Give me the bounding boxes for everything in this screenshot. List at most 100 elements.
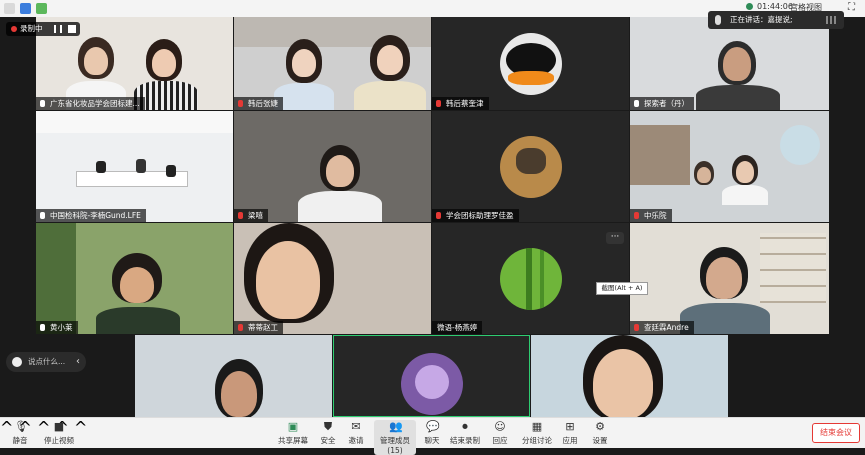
video-tile[interactable]: 查廷霖Andre <box>630 223 829 334</box>
microphone-icon: 🎙 <box>14 420 28 433</box>
video-tile[interactable]: 韩后张婕 <box>234 17 431 110</box>
meeting-toolbar: 🎙 静音 ^ ■ 停止视频 ^ ▣ 共享屏幕 ^ ⛊ 安全 ✉ 邀请 👥 管理成… <box>0 417 865 455</box>
video-tile[interactable]: 微语-杨燕婷 <box>432 223 629 334</box>
participant-body <box>722 185 768 205</box>
share-screen-icon: ▣ <box>287 420 299 433</box>
participant-body <box>696 85 780 110</box>
signal-icon[interactable] <box>36 3 47 14</box>
ceiling <box>36 111 233 133</box>
mic-icon <box>634 100 639 107</box>
participant-face <box>697 167 711 183</box>
camera-icon: ■ <box>53 420 65 433</box>
plant <box>36 223 76 334</box>
participant-face <box>736 161 754 183</box>
mic-icon <box>40 212 45 219</box>
mic-muted-icon <box>436 212 441 219</box>
stop-video-button[interactable]: ■ 停止视频 <box>44 420 74 446</box>
video-tile[interactable]: 探索者（丹） <box>630 17 829 110</box>
fullscreen-icon[interactable]: ⛶ <box>848 2 855 13</box>
video-tile-active-speaker[interactable] <box>333 335 530 417</box>
invite-icon: ✉ <box>351 420 361 433</box>
security-button[interactable]: ⛊ 安全 <box>318 420 338 446</box>
video-tile[interactable] <box>135 335 332 417</box>
participant-name-tag: 广东省化妆品学会团标建... <box>36 97 145 110</box>
mic-icon <box>40 324 45 331</box>
participant-name-tag: 查廷霖Andre <box>630 321 694 334</box>
mic-muted-icon <box>238 324 243 331</box>
breakout-icon: ▦ <box>531 420 543 433</box>
shield-icon[interactable] <box>20 3 31 14</box>
shield-icon: ⛊ <box>323 420 333 433</box>
participant-face <box>593 349 653 417</box>
participant-avatar <box>499 135 562 198</box>
reaction-icon: ☺ <box>494 420 506 433</box>
share-screen-button[interactable]: ▣ 共享屏幕 <box>278 420 308 446</box>
chat-icon: 💬 <box>426 420 440 433</box>
participant-avatar <box>400 353 463 415</box>
mute-button[interactable]: 🎙 静音 <box>8 420 32 446</box>
chat-button[interactable]: 💬 聊天 <box>422 420 442 446</box>
reactions-button[interactable]: ☺ 回应 <box>490 420 510 446</box>
video-tile[interactable]: 蒂蒂赵工 <box>234 223 431 334</box>
participant-name-tag: 中国检科院-李楠Gund.LFE <box>36 209 146 222</box>
mic-muted-icon <box>634 324 639 331</box>
participant-face <box>723 47 751 81</box>
participant-face <box>152 49 176 77</box>
mic-muted-icon <box>634 212 639 219</box>
video-tile[interactable]: 梁嘻 <box>234 111 431 222</box>
participant-name-tag: 中乐院 <box>630 209 672 222</box>
mic-icon <box>715 15 721 25</box>
video-tile[interactable]: 中国检科院-李楠Gund.LFE <box>36 111 233 222</box>
mic-icon <box>40 100 45 107</box>
participant-face <box>84 47 108 75</box>
mic-muted-icon <box>436 100 441 107</box>
avatar-shape <box>525 247 532 310</box>
participant-face <box>706 257 742 299</box>
reactions-options-caret[interactable]: ^ <box>74 418 87 437</box>
emoji-icon[interactable] <box>12 357 22 367</box>
more-options-button[interactable]: ··· <box>606 232 624 244</box>
avatar-shape <box>414 365 449 399</box>
collapse-chevron-icon[interactable]: ‹ <box>76 352 80 372</box>
end-meeting-button[interactable]: 结束会议 <box>812 423 860 443</box>
participant-body <box>354 81 426 110</box>
participant-name-tag: 探索者（丹） <box>630 97 694 110</box>
mic-muted-icon <box>238 212 243 219</box>
pause-recording-button[interactable] <box>54 25 62 33</box>
meeting-timer: 01:44:06 <box>746 2 793 11</box>
participant-body <box>96 307 180 334</box>
apps-button[interactable]: ⊞ 应用 <box>560 420 580 446</box>
gear-icon: ⚙ <box>595 420 605 433</box>
participant-face <box>120 267 154 303</box>
participant-face <box>292 49 316 77</box>
end-recording-button[interactable]: ⏺ 结束录制 <box>450 420 480 446</box>
chat-input-bubble[interactable]: 说点什么... ‹ <box>6 352 86 372</box>
record-dot-icon <box>11 26 17 32</box>
participants-button[interactable]: 👥 管理成员(15) <box>374 420 416 455</box>
breakout-rooms-button[interactable]: ▦ 分组讨论 <box>522 420 552 446</box>
avatar-shape <box>515 147 546 174</box>
video-tile[interactable] <box>531 335 728 417</box>
audio-level-icon <box>826 16 838 24</box>
settings-button[interactable]: ⚙ 设置 <box>590 420 610 446</box>
participant-face <box>256 241 320 319</box>
video-tile[interactable]: 韩后蔡奎津 <box>432 17 629 110</box>
participant-face <box>221 371 257 417</box>
video-tile[interactable]: 中乐院 <box>630 111 829 222</box>
window-icon <box>4 3 15 14</box>
participant-body <box>274 83 334 110</box>
video-tile[interactable]: 黄小莱 <box>36 223 233 334</box>
invite-button[interactable]: ✉ 邀请 <box>346 420 366 446</box>
avatar-beak <box>507 70 554 85</box>
bookshelf <box>760 233 826 303</box>
video-gallery: 广东省化妆品学会团标建... 韩后张婕 韩后蔡奎津 探索者（丹） 中国检科院-李… <box>0 17 865 417</box>
participant-name-tag: 微语-杨燕婷 <box>432 321 483 334</box>
record-icon: ⏺ <box>462 420 468 433</box>
participant-name-tag: 韩后张婕 <box>234 97 283 110</box>
apps-icon: ⊞ <box>565 420 575 433</box>
video-tile[interactable]: 学会团标助理罗佳盈 <box>432 111 629 222</box>
active-speaker-banner: 正在讲话：嘉提说; <box>708 11 844 29</box>
stop-recording-button[interactable] <box>68 25 76 33</box>
mic-muted-icon <box>238 100 243 107</box>
participant-body <box>298 191 382 222</box>
